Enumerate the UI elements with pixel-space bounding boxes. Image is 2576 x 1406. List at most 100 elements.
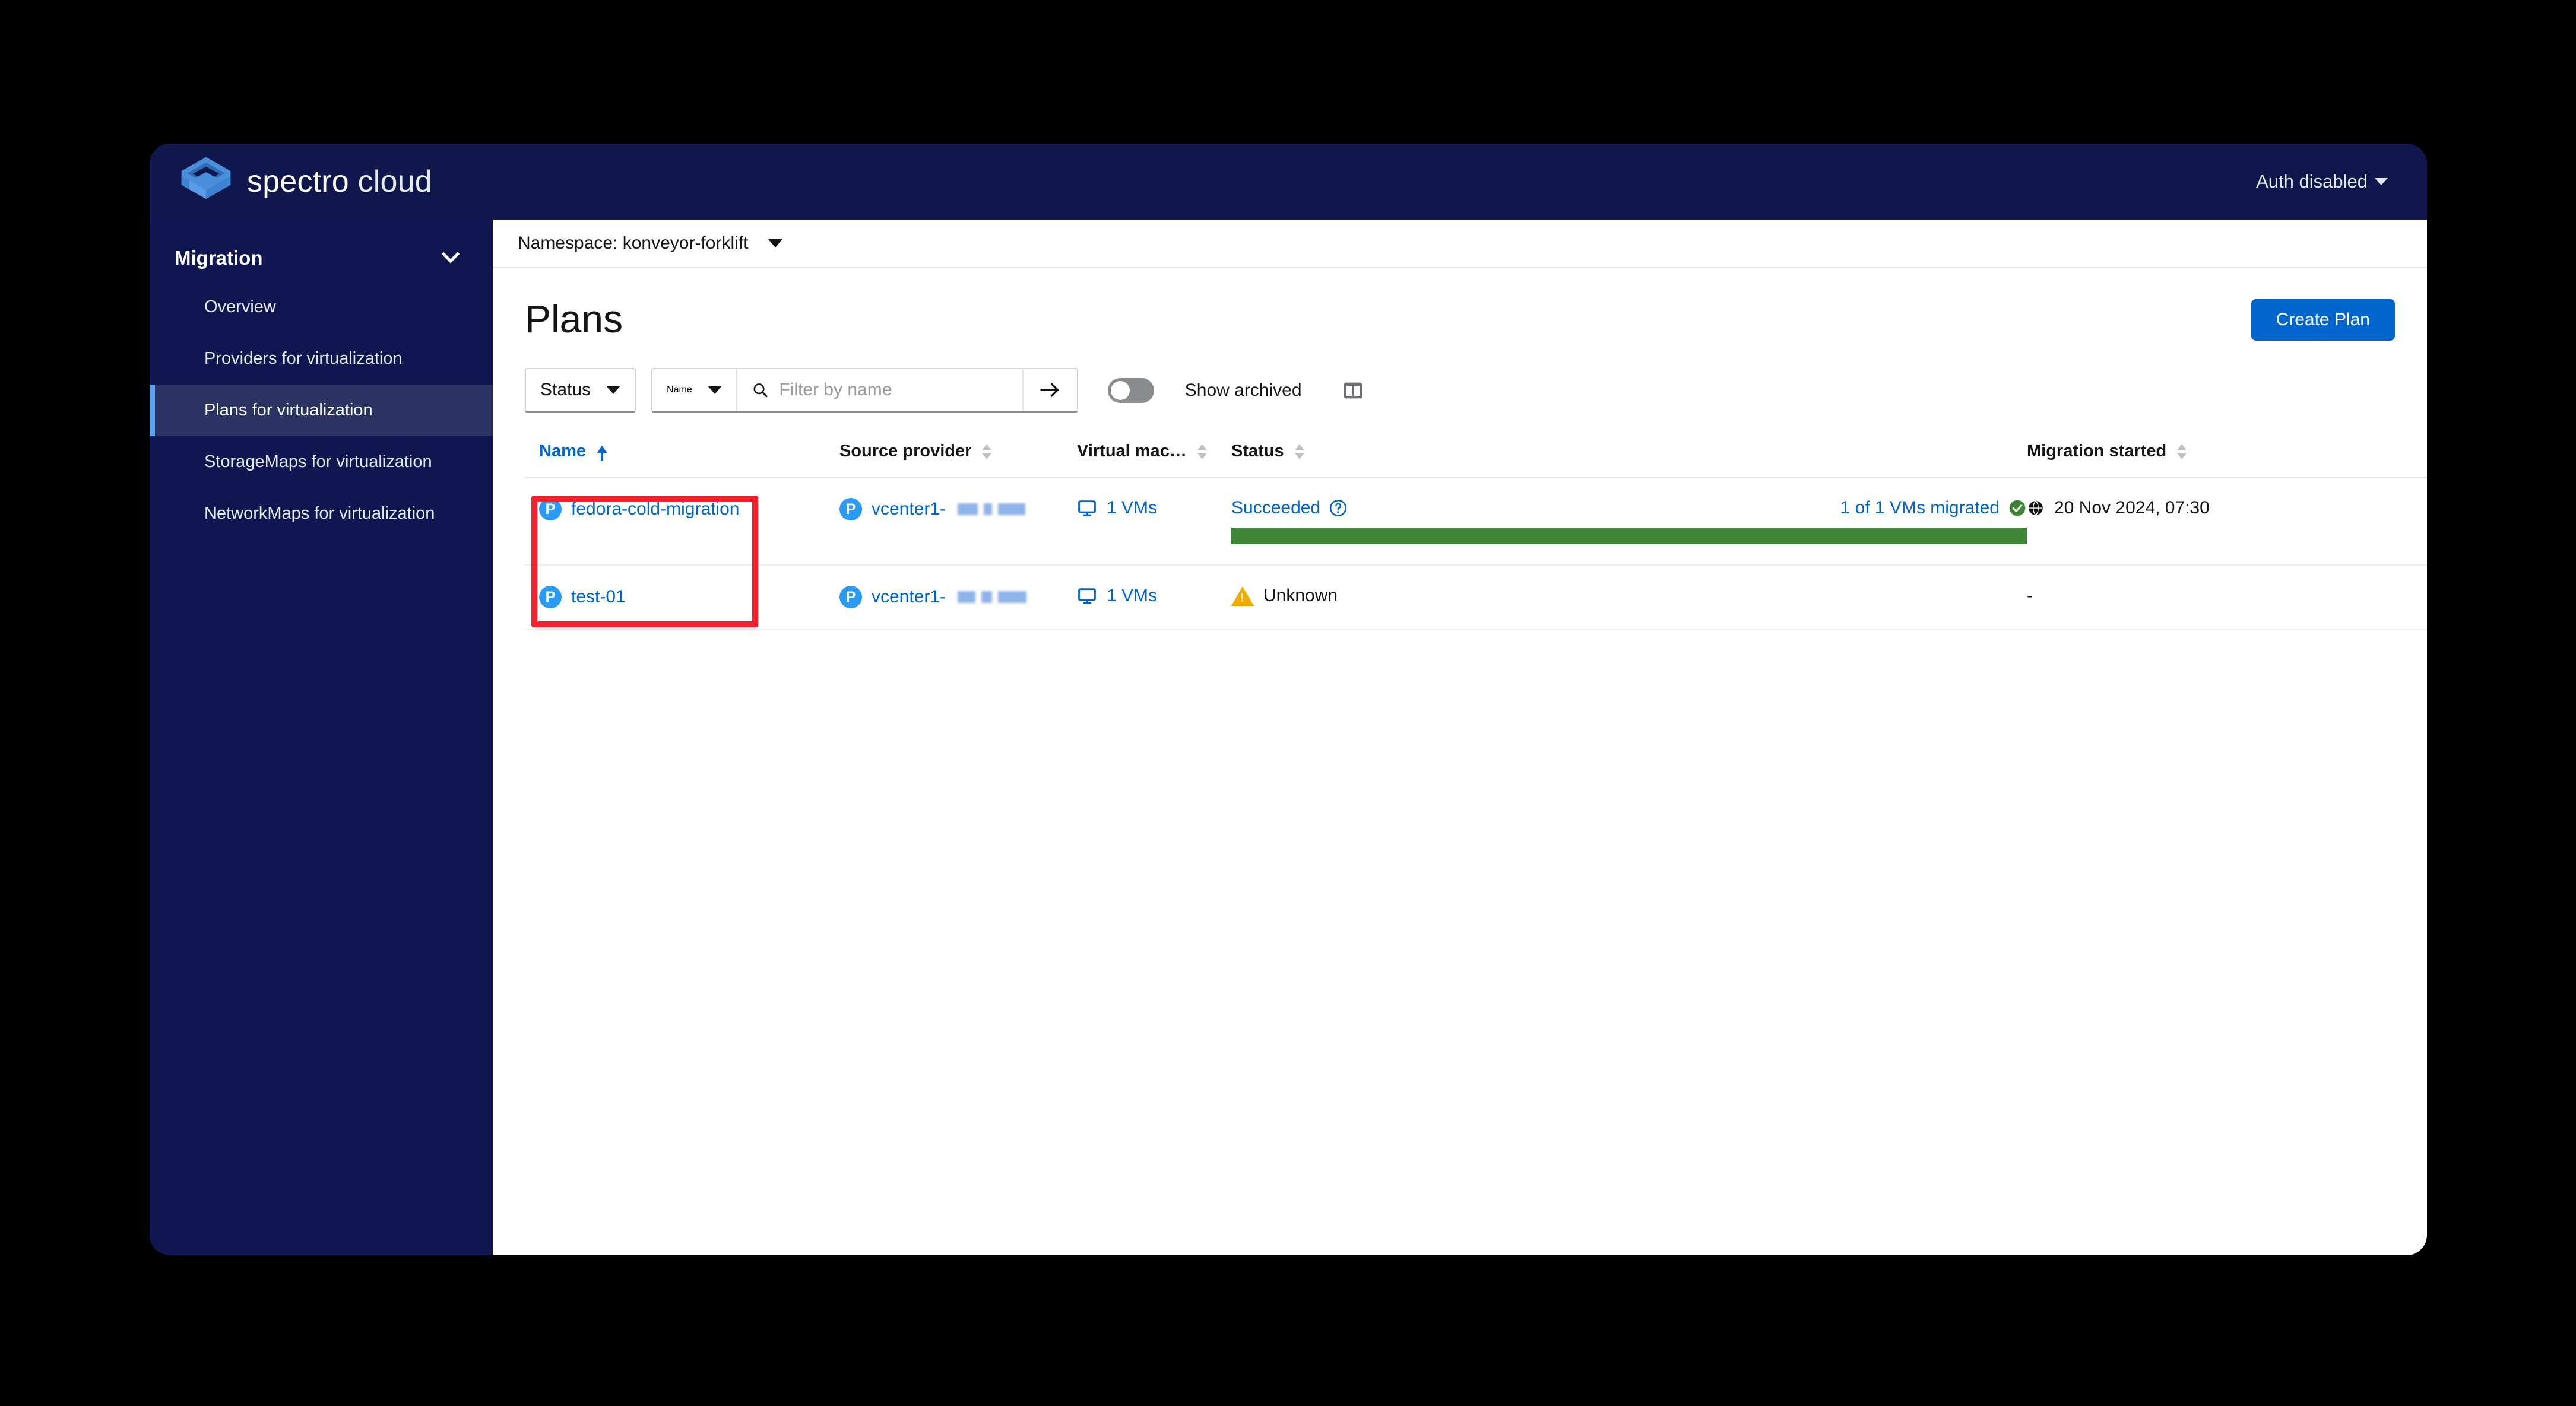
column-header-status[interactable]: Status [1231,434,2027,478]
toggle-knob [1110,381,1130,400]
caret-down-icon [707,386,722,394]
chevron-down-icon [441,245,460,264]
sort-ascending-icon [597,446,607,461]
column-header-source-provider-label: Source provider [839,442,972,461]
column-header-name[interactable]: Name [525,434,839,478]
sidebar-item-providers-for-virtualization[interactable]: Providers for virtualization [150,333,493,385]
virtual-machine-icon [1078,588,1096,604]
column-header-virtual-machines[interactable]: Virtual mac… [1077,434,1231,478]
cell-name: P test-01 [525,565,839,630]
namespace-selector[interactable]: Namespace: konveyor-forklift [518,233,783,253]
status-filter-label: Status [540,380,591,399]
search-submit-button[interactable] [1022,369,1077,411]
sidebar-group-label: Migration [175,247,263,269]
warning-triangle-icon [1231,586,1254,606]
provider-resource-badge-icon: P [839,586,862,608]
cell-name: P fedora-cold-migration [525,477,839,566]
migration-started-value: - [2027,586,2033,605]
table-header-row: Name Source provider Virtual mac… Status… [525,434,2427,478]
brand-name-primary: spectro [247,164,349,199]
search-input[interactable] [779,380,1010,400]
check-circle-icon [2009,500,2026,516]
column-header-migration-started[interactable]: Migration started [2027,434,2427,478]
name-filter-group: Name [651,368,1078,413]
body-split: Migration Overview Providers for virtual… [150,220,2427,1255]
show-archived-toggle[interactable] [1107,378,1154,403]
brand-name: spectro cloud [247,164,432,199]
sidebar-item-label: Plans for virtualization [204,401,373,420]
plan-name-link[interactable]: fedora-cold-migration [571,499,739,519]
filter-toolbar: Status Name Filter by name Show archived [493,341,2427,413]
migration-progress-label: 1 of 1 VMs migrated [1840,498,2000,518]
columns-icon [1344,382,1362,399]
sort-neutral-icon [1294,443,1304,459]
cell-source-provider: P vcenter1- [839,565,1077,630]
cell-virtual-machines: 1 VMs [1077,477,1231,566]
sort-neutral-icon [982,443,992,459]
brand-name-secondary: cloud [357,164,432,199]
status-label: Unknown [1263,586,1338,605]
auth-status-label: Auth disabled [2256,171,2368,192]
globe-icon [2029,500,2043,516]
caret-down-icon [2375,178,2388,185]
name-filter-label: Name [667,385,692,395]
namespace-label: Namespace: konveyor-forklift [518,233,749,253]
migration-progress-fill [1231,528,2027,544]
help-circle-icon[interactable] [1329,499,1348,518]
plan-resource-badge-icon: P [539,586,562,608]
cell-migration-started: - [2027,565,2427,630]
masthead: spectro cloud Auth disabled [150,144,2427,220]
migration-started-value: 20 Nov 2024, 07:30 [2054,498,2210,518]
source-provider-link[interactable]: vcenter1- [872,587,946,607]
page-title: Plans [525,297,623,341]
virtual-machine-icon [1078,500,1096,516]
table-row: P fedora-cold-migration P vcenter1- 1 VM… [525,477,2427,566]
brand-logo-area[interactable]: spectro cloud [178,154,432,210]
sidebar-item-storagemaps-for-virtualization[interactable]: StorageMaps for virtualization [150,436,493,488]
provider-resource-badge-icon: P [839,498,862,520]
cell-source-provider: P vcenter1- [839,477,1077,566]
sort-neutral-icon [2177,443,2187,459]
table-header: Name Source provider Virtual mac… Status… [525,434,2427,478]
sidebar-item-label: NetworkMaps for virtualization [204,504,435,523]
source-provider-link[interactable]: vcenter1- [872,499,946,519]
create-plan-button[interactable]: Create Plan [2251,299,2395,341]
show-archived-label: Show archived [1184,380,1302,400]
sidebar-item-label: StorageMaps for virtualization [204,452,432,471]
column-header-source-provider[interactable]: Source provider [839,434,1077,478]
table-body: P fedora-cold-migration P vcenter1- 1 VM… [525,477,2427,630]
column-header-migration-started-label: Migration started [2027,442,2167,461]
columns-management-button[interactable] [1341,379,1365,402]
caret-down-icon [768,239,783,247]
virtual-machines-count[interactable]: 1 VMs [1107,498,1157,518]
name-filter-select[interactable]: Name [652,369,737,411]
page-header: Plans Create Plan [493,268,2427,341]
plans-table-wrap: Name Source provider Virtual mac… Status… [493,434,2427,630]
main-content: Namespace: konveyor-forklift Plans Creat… [493,220,2427,1255]
plan-name-link[interactable]: test-01 [571,587,626,607]
status-filter-select[interactable]: Status [525,368,636,413]
search-input-wrap [737,369,1022,411]
arrow-right-icon [1040,383,1059,397]
virtual-machines-count[interactable]: 1 VMs [1107,586,1157,606]
cell-virtual-machines: 1 VMs [1077,565,1231,630]
sidebar-item-networkmaps-for-virtualization[interactable]: NetworkMaps for virtualization [150,488,493,539]
column-header-status-label: Status [1231,442,1284,461]
application-window: spectro cloud Auth disabled Migration Ov… [150,144,2427,1255]
auth-status-menu[interactable]: Auth disabled [2256,171,2388,192]
namespace-bar: Namespace: konveyor-forklift [493,220,2427,268]
table-row: P test-01 P vcenter1- 1 VMs ! Unknown - [525,565,2427,630]
cell-migration-started: 20 Nov 2024, 07:30 [2027,477,2427,566]
migration-progress-bar [1231,528,2027,544]
cell-status: Succeeded 1 of 1 VMs migrated [1231,477,2027,566]
sidebar-item-label: Providers for virtualization [204,349,403,368]
status-label[interactable]: Succeeded [1231,498,1320,518]
redacted-text [958,591,1027,603]
sidebar-group-migration[interactable]: Migration [150,235,493,281]
plans-table: Name Source provider Virtual mac… Status… [525,434,2427,630]
sidebar-item-plans-for-virtualization[interactable]: Plans for virtualization [150,385,493,436]
spectro-logo-icon [181,157,231,199]
sidebar-item-label: Overview [204,297,276,316]
sidebar-item-overview[interactable]: Overview [150,281,493,333]
sort-neutral-icon [1197,443,1207,459]
